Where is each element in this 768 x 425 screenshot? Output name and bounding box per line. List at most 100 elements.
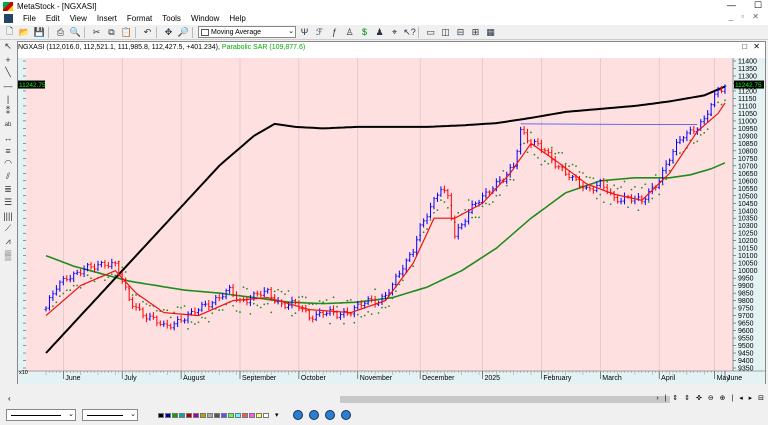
palette-swatch[interactable] (256, 412, 262, 418)
trendline-icon[interactable]: ╲ (1, 66, 15, 79)
print-preview-icon[interactable]: 🔍 (69, 26, 82, 38)
fan-icon[interactable]: ⫽ (1, 170, 15, 183)
speed-lines-icon[interactable]: ⟋ (1, 222, 15, 235)
sar-dot (256, 304, 259, 307)
system-tester-icon[interactable]: ♟ (373, 26, 386, 38)
sar-dot (637, 209, 640, 212)
indicator-builder-icon[interactable]: Ψ (298, 26, 311, 38)
sar-dot (564, 162, 567, 165)
palette-swatch[interactable] (221, 412, 227, 418)
dollar-icon[interactable]: $ (358, 26, 371, 38)
sar-dot (200, 316, 203, 319)
horizontal-line-icon[interactable]: — (1, 79, 15, 92)
function-icon[interactable]: ƒ (328, 26, 341, 38)
line-weight-select[interactable]: ⌄ (82, 409, 138, 421)
window-layout-icon[interactable]: ▭ (424, 26, 437, 38)
document-icon[interactable] (4, 14, 13, 23)
menu-tools[interactable]: Tools (157, 14, 186, 23)
andrews-icon[interactable]: ⩘ (1, 235, 15, 248)
sar-dot (550, 146, 553, 149)
sar-dot (332, 296, 335, 299)
menu-window[interactable]: Window (186, 14, 224, 23)
chart-navigation-buttons[interactable]: › | ⇕ ⇕ ✜ ⊖ ⊕ | ◂ ▸ ⊟ (656, 394, 766, 402)
cut-icon[interactable]: ✂ (90, 26, 103, 38)
indicator-select[interactable]: Moving Average ⌄ (198, 26, 296, 38)
palette-swatch[interactable] (235, 412, 241, 418)
sar-dot (394, 290, 397, 293)
main-toolbar: 🗋 📂 💾 ⎙ 🔍 ✂ ⧉ 📋 ↶ ✥ 🔎 Moving Average ⌄ Ψ… (0, 25, 768, 40)
scroll-left-icon[interactable]: ‹ (8, 394, 11, 403)
zoom-icon[interactable]: 🔎 (177, 26, 190, 38)
expert-advisor-icon[interactable]: ♙ (343, 26, 356, 38)
print-icon[interactable]: ⎙ (54, 26, 67, 38)
pan-icon[interactable]: ✥ (162, 26, 175, 38)
horizontal-scrollbar[interactable]: ‹ › | ⇕ ⇕ ✜ ⊖ ⊕ | ◂ ▸ ⊟ (0, 394, 768, 405)
arc-icon[interactable]: ◠ (1, 157, 15, 170)
palette-swatch[interactable] (242, 412, 248, 418)
sar-dot (65, 289, 68, 292)
color-button-1[interactable] (292, 410, 303, 420)
line-style-select[interactable]: ⌄ (6, 409, 76, 421)
palette-swatch[interactable] (172, 412, 178, 418)
undo-icon[interactable]: ↶ (141, 26, 154, 38)
copy-icon[interactable]: ⧉ (105, 26, 118, 38)
open-icon[interactable]: 📂 (18, 26, 31, 38)
gann-icon[interactable]: ▒ (1, 248, 15, 261)
price-chart[interactable]: 9350940094509500955096009650970097509800… (18, 53, 765, 384)
menu-edit[interactable]: Edit (41, 14, 65, 23)
color-button-3[interactable] (324, 410, 335, 420)
mdi-window-controls[interactable]: _ ▫ ✕ (729, 12, 762, 21)
tile-vertical-icon[interactable]: ◫ (439, 26, 452, 38)
menu-format[interactable]: Format (122, 14, 157, 23)
menu-help[interactable]: Help (224, 14, 250, 23)
time-zones-icon[interactable]: |||| (1, 209, 15, 222)
color-button-4[interactable] (340, 410, 351, 420)
sar-dot (194, 323, 196, 325)
arrows-icon[interactable]: ↔ (1, 131, 15, 144)
new-icon[interactable]: 🗋 (3, 26, 16, 38)
palette-swatch[interactable] (228, 412, 234, 418)
color-button-2[interactable] (308, 410, 319, 420)
binoculars-icon[interactable]: ⌖ (388, 26, 401, 38)
palette-swatch[interactable] (200, 412, 206, 418)
channel-icon[interactable]: ≡ (1, 144, 15, 157)
paste-icon[interactable]: 📋 (120, 26, 133, 38)
text-icon[interactable]: ᵃᵇ (1, 118, 15, 131)
palette-swatch[interactable] (165, 412, 171, 418)
palette-swatch[interactable] (158, 412, 164, 418)
palette-swatch[interactable] (207, 412, 213, 418)
palette-swatch[interactable] (179, 412, 185, 418)
y-tick-label: 10200 (738, 238, 758, 245)
menu-view[interactable]: View (65, 14, 92, 23)
chart-window-controls[interactable]: □ ✕ (742, 42, 762, 51)
palette-dropdown-icon[interactable]: ▾ (275, 411, 279, 419)
menu-insert[interactable]: Insert (92, 14, 122, 23)
grid-icon[interactable]: ⊞ (469, 26, 482, 38)
palette-swatch[interactable] (214, 412, 220, 418)
fibonacci-icon[interactable]: ≣ (1, 183, 15, 196)
table-icon[interactable]: ▦ (484, 26, 497, 38)
crosshair-icon[interactable]: + (1, 53, 15, 66)
scroll-thumb[interactable] (340, 396, 670, 403)
pointer-icon[interactable]: ↖ (1, 40, 15, 53)
minimize-button[interactable]: — (727, 0, 736, 11)
palette-swatch[interactable] (249, 412, 255, 418)
cycle-icon[interactable]: ⁑ (1, 105, 15, 118)
status-bar: ⌄ ⌄ ▾ (0, 405, 768, 425)
palette-swatch[interactable] (186, 412, 192, 418)
retracement-icon[interactable]: ☰ (1, 196, 15, 209)
sar-dot (557, 151, 560, 154)
explorer-icon[interactable]: ℱ (313, 26, 326, 38)
color-palette[interactable] (158, 412, 269, 418)
sar-dot (634, 185, 636, 188)
sar-dot (703, 131, 706, 134)
save-icon[interactable]: 💾 (33, 26, 46, 38)
palette-swatch[interactable] (263, 412, 269, 418)
maximize-button[interactable]: ☐ (754, 0, 762, 11)
y-tick-label: 11050 (738, 111, 757, 118)
help-pointer-icon[interactable]: ↖? (403, 26, 416, 38)
tile-horizontal-icon[interactable]: ⊟ (454, 26, 467, 38)
menu-file[interactable]: File (18, 14, 41, 23)
palette-swatch[interactable] (193, 412, 199, 418)
vertical-line-icon[interactable]: | (1, 92, 15, 105)
